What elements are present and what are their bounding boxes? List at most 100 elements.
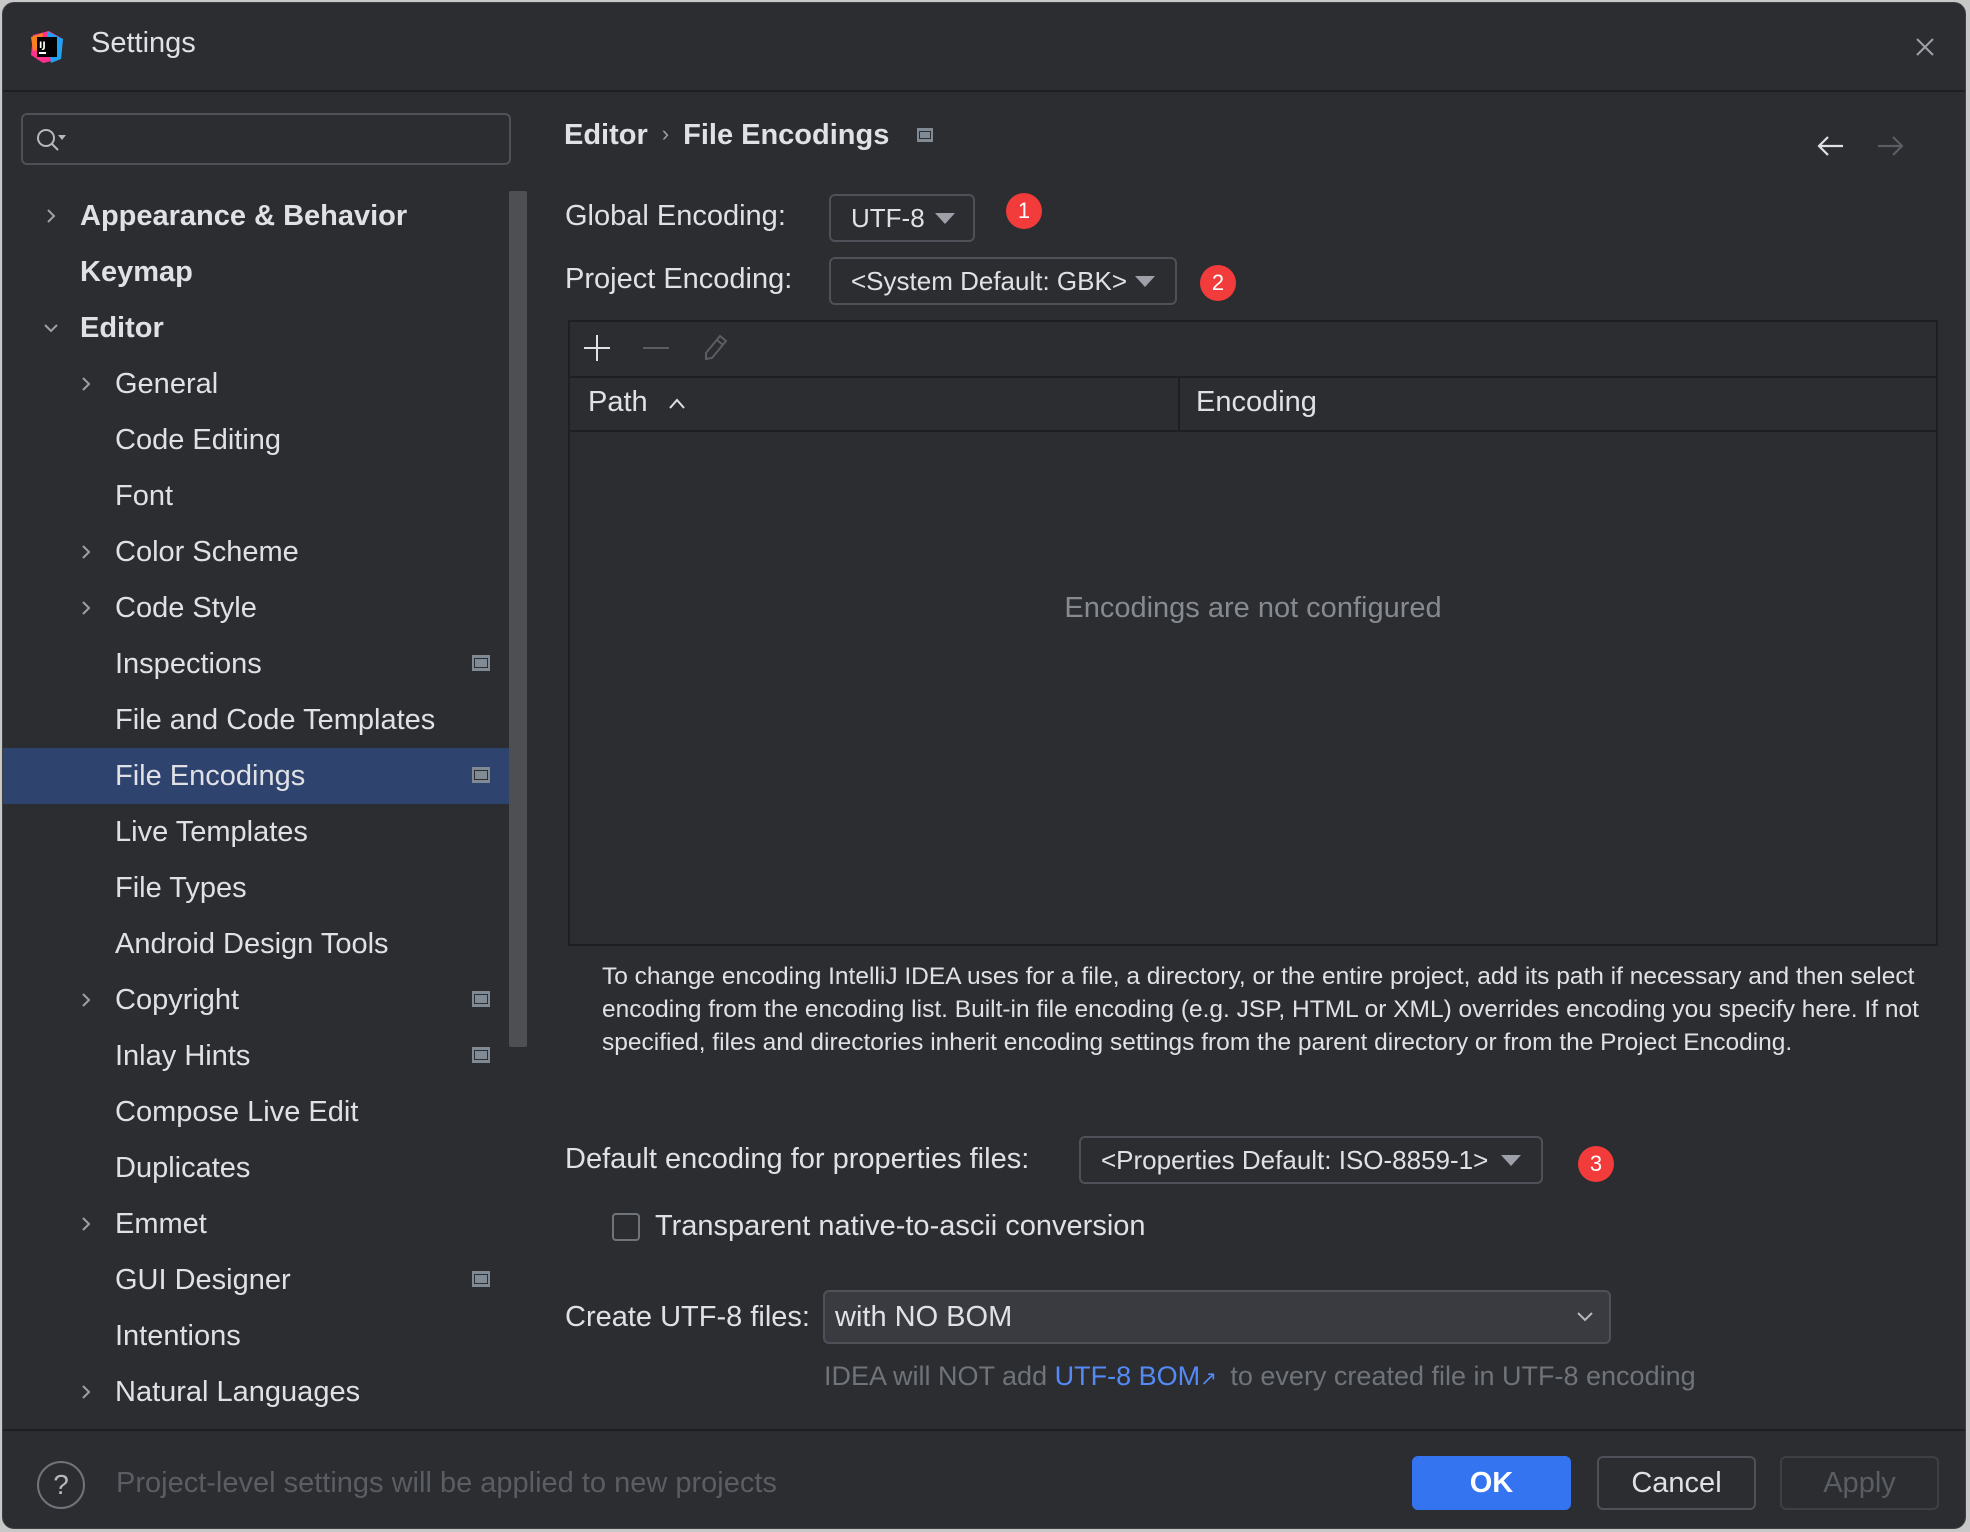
sidebar-item-label: Inspections [115, 648, 262, 680]
svg-text:IJ: IJ [39, 41, 46, 51]
create-utf8-dropdown[interactable]: with NO BOM [823, 1290, 1611, 1344]
chevron-right-icon[interactable] [76, 1214, 96, 1234]
remove-icon[interactable] [639, 331, 673, 365]
footer-note: Project-level settings will be applied t… [116, 1467, 777, 1499]
project-level-icon [472, 1047, 490, 1063]
sidebar-item[interactable]: Code Style [3, 580, 527, 636]
back-arrow-icon[interactable] [1815, 131, 1847, 161]
global-encoding-value: UTF-8 [851, 203, 925, 233]
sidebar-item[interactable]: File Encodings [3, 748, 527, 804]
sidebar-item[interactable]: Appearance & Behavior [3, 188, 527, 244]
native-to-ascii-checkbox[interactable] [612, 1213, 640, 1241]
window-title: Settings [91, 27, 196, 59]
settings-dialog: IJ Settings Appearance & Behavior Keymap E… [2, 2, 1966, 1529]
sort-ascending-icon [668, 398, 685, 409]
sidebar-item[interactable]: Android Design Tools [3, 916, 527, 972]
annotation-badge-1: 1 [1006, 193, 1042, 229]
sidebar-item-label: Code Style [115, 592, 257, 624]
sidebar-item-label: Color Scheme [115, 536, 299, 568]
sidebar-item-label: GUI Designer [115, 1264, 291, 1296]
sidebar-item-label: Emmet [115, 1208, 207, 1240]
dropdown-arrow-icon [1135, 276, 1155, 287]
forward-arrow-icon[interactable] [1874, 131, 1906, 161]
external-link-icon[interactable]: ↗ [1200, 1368, 1217, 1390]
sidebar-item[interactable]: Duplicates [3, 1140, 527, 1196]
global-encoding-label: Global Encoding: [565, 200, 786, 232]
apply-button[interactable]: Apply [1780, 1456, 1939, 1510]
chevron-right-icon[interactable] [76, 374, 96, 394]
column-header-encoding[interactable]: Encoding [1196, 386, 1317, 419]
annotation-badge-3: 3 [1578, 1146, 1614, 1182]
sidebar-item[interactable]: Inspections [3, 636, 527, 692]
sidebar-item[interactable]: File and Code Templates [3, 692, 527, 748]
dropdown-arrow-icon [1501, 1155, 1521, 1166]
column-divider[interactable] [1178, 378, 1180, 430]
sidebar-item[interactable]: Natural Languages [3, 1364, 527, 1420]
edit-pencil-icon[interactable] [698, 331, 732, 365]
search-icon [37, 129, 66, 151]
utf8-bom-hint: IDEA will NOT add UTF-8 BOM↗ to every cr… [824, 1361, 1696, 1392]
sidebar-item[interactable]: Editor [3, 300, 527, 356]
properties-encoding-value: <Properties Default: ISO-8859-1> [1101, 1145, 1489, 1175]
settings-search-input[interactable] [21, 113, 511, 165]
sidebar-item[interactable]: Keymap [3, 244, 527, 300]
sidebar-item[interactable]: Emmet [3, 1196, 527, 1252]
project-level-icon [917, 128, 934, 142]
sidebar-item[interactable]: Copyright [3, 972, 527, 1028]
sidebar-item-label: Keymap [80, 256, 193, 288]
sidebar-item[interactable]: File Types [3, 860, 527, 916]
properties-encoding-label: Default encoding for properties files: [565, 1143, 1030, 1175]
help-icon[interactable]: ? [37, 1461, 85, 1509]
chevron-right-icon[interactable] [41, 206, 61, 226]
sidebar-item-label: Intentions [115, 1320, 241, 1352]
native-to-ascii-label[interactable]: Transparent native-to-ascii conversion [655, 1210, 1146, 1243]
sidebar-item[interactable]: GUI Designer [3, 1252, 527, 1308]
column-header-path[interactable]: Path [588, 386, 686, 419]
title-bar: IJ Settings [3, 3, 1965, 92]
utf8-bom-link[interactable]: UTF-8 BOM [1055, 1361, 1201, 1391]
create-utf8-value: with NO BOM [835, 1301, 1013, 1333]
cancel-button[interactable]: Cancel [1597, 1456, 1756, 1510]
sidebar-item-label: Code Editing [115, 424, 282, 456]
intellij-logo-icon: IJ [31, 31, 63, 63]
dialog-footer: ? Project-level settings will be applied… [3, 1429, 1965, 1528]
chevron-right-icon[interactable] [76, 598, 96, 618]
dropdown-arrow-icon [935, 213, 955, 224]
project-level-icon [472, 1271, 490, 1287]
global-encoding-dropdown[interactable]: UTF-8 [829, 194, 975, 242]
sidebar-item-label: Live Templates [115, 816, 308, 848]
breadcrumb: Editor › File Encodings [564, 119, 934, 152]
sidebar-item[interactable]: Inlay Hints [3, 1028, 527, 1084]
hint-text-after: to every created file in UTF-8 encoding [1230, 1361, 1696, 1391]
table-empty-text: Encodings are not configured [1064, 592, 1442, 624]
chevron-down-icon[interactable] [41, 318, 61, 338]
sidebar-item[interactable]: General [3, 356, 527, 412]
properties-encoding-dropdown[interactable]: <Properties Default: ISO-8859-1> [1079, 1136, 1543, 1184]
project-encoding-label: Project Encoding: [565, 263, 793, 295]
sidebar-item-label: Inlay Hints [115, 1040, 251, 1072]
sidebar-item[interactable]: Live Templates [3, 804, 527, 860]
sidebar-item[interactable]: Compose Live Edit [3, 1084, 527, 1140]
sidebar-item[interactable]: Font [3, 468, 527, 524]
ok-button[interactable]: OK [1412, 1456, 1571, 1510]
create-utf8-label: Create UTF-8 files: [565, 1301, 810, 1333]
add-icon[interactable] [580, 331, 614, 365]
close-icon[interactable] [1911, 33, 1939, 61]
sidebar-item[interactable]: Intentions [3, 1308, 527, 1364]
sidebar-item-label: Copyright [115, 984, 240, 1016]
project-level-icon [472, 767, 490, 783]
chevron-right-icon[interactable] [76, 1382, 96, 1402]
project-level-icon [472, 991, 490, 1007]
breadcrumb-parent[interactable]: Editor [564, 119, 648, 151]
chevron-right-icon[interactable] [76, 542, 96, 562]
table-header: Path Encoding [570, 378, 1936, 432]
sidebar-item-label: Appearance & Behavior [80, 200, 408, 232]
chevron-right-icon[interactable] [76, 990, 96, 1010]
sidebar-item[interactable]: Code Editing [3, 412, 527, 468]
sidebar-item-label: Compose Live Edit [115, 1096, 359, 1128]
breadcrumb-separator: › [661, 121, 670, 146]
encodings-table: Path Encoding Encodings are not configur… [568, 320, 1938, 946]
project-encoding-dropdown[interactable]: <System Default: GBK> [829, 257, 1177, 305]
sidebar-scrollbar[interactable] [509, 191, 527, 1047]
sidebar-item[interactable]: Color Scheme [3, 524, 527, 580]
